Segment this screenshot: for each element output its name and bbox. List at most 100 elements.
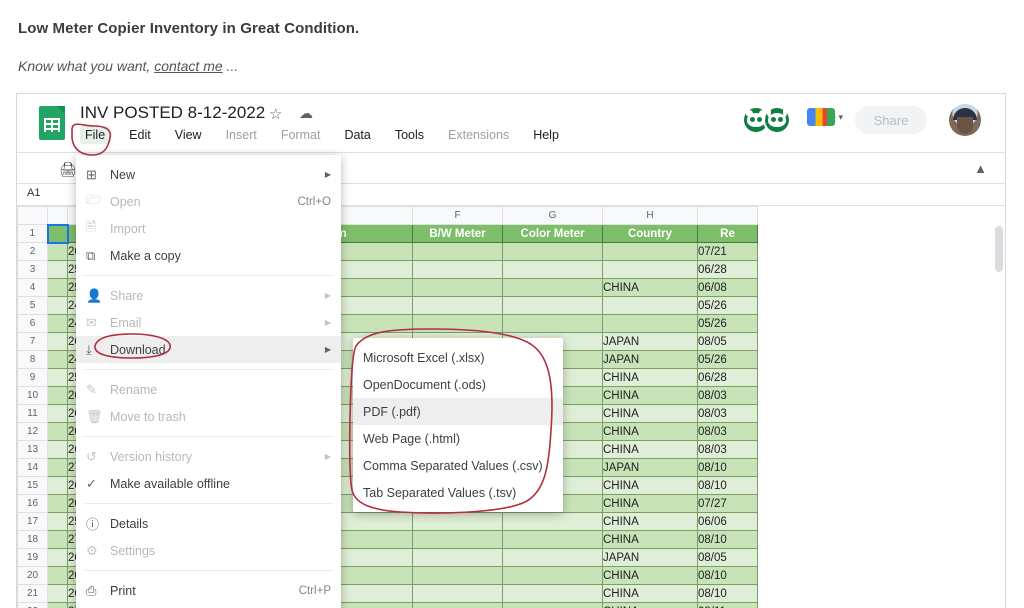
col-letter-h[interactable]: H (603, 207, 698, 225)
row-number[interactable]: 5 (18, 297, 48, 315)
cell-bw-meter[interactable] (413, 261, 503, 279)
cell-received[interactable]: 08/10 (698, 531, 758, 549)
header-cell-color-meter[interactable]: Color Meter (503, 225, 603, 243)
printer-icon[interactable]: 🖨 (59, 161, 77, 178)
cell-col-b[interactable] (48, 459, 68, 477)
user-avatar[interactable] (949, 104, 981, 136)
download-option-tab-separated-values-tsv-[interactable]: Tab Separated Values (.tsv) (353, 479, 563, 506)
cell-received[interactable]: 07/27 (698, 495, 758, 513)
download-option-comma-separated-values-csv-[interactable]: Comma Separated Values (.csv) (353, 452, 563, 479)
cell-country[interactable]: CHINA (603, 387, 698, 405)
cell-country[interactable]: CHINA (603, 279, 698, 297)
cell-received[interactable]: 08/10 (698, 567, 758, 585)
cell-col-b[interactable] (48, 441, 68, 459)
cell-bw-meter[interactable] (413, 279, 503, 297)
cell-country[interactable]: CHINA (603, 369, 698, 387)
col-letter-i[interactable] (698, 207, 758, 225)
cell-received[interactable]: 06/08 (698, 279, 758, 297)
cell-received[interactable]: 05/26 (698, 315, 758, 333)
cell-col-b[interactable] (48, 603, 68, 608)
col-letter-g[interactable]: G (503, 207, 603, 225)
cell-bw-meter[interactable] (413, 513, 503, 531)
cell-country[interactable]: CHINA (603, 477, 698, 495)
row-number[interactable]: 14 (18, 459, 48, 477)
file-menu-item-version-history[interactable]: ↺Version history▶ (76, 443, 341, 470)
name-box[interactable]: A1 (27, 187, 40, 199)
col-letter-b[interactable] (48, 207, 68, 225)
file-menu-item-details[interactable]: ⓘDetails (76, 510, 341, 537)
download-option-pdf-pdf-[interactable]: PDF (.pdf) (353, 398, 563, 425)
cell-col-b[interactable] (48, 315, 68, 333)
cell-country[interactable] (603, 261, 698, 279)
cell-col-b[interactable] (48, 477, 68, 495)
menu-edit[interactable]: Edit (124, 126, 156, 144)
row-number[interactable]: 16 (18, 495, 48, 513)
row-number[interactable]: 3 (18, 261, 48, 279)
file-menu-item-move-to-trash[interactable]: 🗑Move to trash (76, 403, 341, 430)
download-option-opendocument-ods-[interactable]: OpenDocument (.ods) (353, 371, 563, 398)
row-number[interactable]: 4 (18, 279, 48, 297)
cell-received[interactable]: 07/21 (698, 243, 758, 261)
cell-country[interactable]: CHINA (603, 495, 698, 513)
cell-color-meter[interactable] (503, 261, 603, 279)
row-number[interactable]: 21 (18, 585, 48, 603)
cell-received[interactable]: 08/05 (698, 549, 758, 567)
cell-col-b[interactable] (48, 513, 68, 531)
cell-country[interactable]: CHINA (603, 585, 698, 603)
header-cell-blank-b[interactable] (48, 225, 68, 243)
cell-received[interactable]: 05/26 (698, 351, 758, 369)
anonymous-rabbit-avatar[interactable] (763, 106, 791, 134)
cell-color-meter[interactable] (503, 297, 603, 315)
file-menu-item-download[interactable]: ⤓Download▶ (76, 336, 341, 363)
cell-country[interactable]: CHINA (603, 603, 698, 608)
cell-bw-meter[interactable] (413, 549, 503, 567)
file-menu-popup[interactable]: ⊞New▶🗁OpenCtrl+O🗎Import⧉Make a copy👤Shar… (76, 155, 341, 608)
cell-bw-meter[interactable] (413, 567, 503, 585)
cell-col-b[interactable] (48, 261, 68, 279)
cell-bw-meter[interactable] (413, 297, 503, 315)
file-menu-item-rename[interactable]: ✎Rename (76, 376, 341, 403)
cell-received[interactable]: 08/05 (698, 333, 758, 351)
cell-received[interactable]: 05/26 (698, 297, 758, 315)
cell-col-b[interactable] (48, 279, 68, 297)
row-number[interactable]: 10 (18, 387, 48, 405)
file-menu-item-settings[interactable]: ⚙Settings (76, 537, 341, 564)
cell-received[interactable]: 08/11 (698, 603, 758, 608)
cell-country[interactable]: JAPAN (603, 549, 698, 567)
cell-col-b[interactable] (48, 387, 68, 405)
cell-received[interactable]: 08/10 (698, 477, 758, 495)
cell-country[interactable] (603, 243, 698, 261)
cell-col-b[interactable] (48, 351, 68, 369)
cell-col-b[interactable] (48, 297, 68, 315)
cell-country[interactable]: CHINA (603, 405, 698, 423)
cell-bw-meter[interactable] (413, 603, 503, 608)
cell-col-b[interactable] (48, 585, 68, 603)
cell-color-meter[interactable] (503, 603, 603, 608)
cell-country[interactable]: JAPAN (603, 351, 698, 369)
cell-color-meter[interactable] (503, 531, 603, 549)
document-title[interactable]: INV POSTED 8-12-2022 (80, 103, 265, 123)
row-number[interactable]: 9 (18, 369, 48, 387)
download-submenu-popup[interactable]: Microsoft Excel (.xlsx)OpenDocument (.od… (353, 338, 563, 512)
menu-file[interactable]: File (80, 126, 110, 144)
cell-bw-meter[interactable] (413, 243, 503, 261)
col-letter-f[interactable]: F (413, 207, 503, 225)
cell-color-meter[interactable] (503, 567, 603, 585)
cell-color-meter[interactable] (503, 513, 603, 531)
cell-received[interactable]: 08/10 (698, 585, 758, 603)
menu-insert[interactable]: Insert (221, 126, 262, 144)
header-cell-country[interactable]: Country (603, 225, 698, 243)
row-number[interactable]: 19 (18, 549, 48, 567)
cell-col-b[interactable] (48, 243, 68, 261)
contact-me-link[interactable]: contact me (154, 58, 222, 74)
row-number[interactable]: 6 (18, 315, 48, 333)
cell-col-b[interactable] (48, 531, 68, 549)
cell-received[interactable]: 08/03 (698, 405, 758, 423)
cell-color-meter[interactable] (503, 585, 603, 603)
row-number[interactable]: 17 (18, 513, 48, 531)
cell-col-b[interactable] (48, 405, 68, 423)
menu-format[interactable]: Format (276, 126, 326, 144)
download-option-web-page-html-[interactable]: Web Page (.html) (353, 425, 563, 452)
cell-received[interactable]: 08/03 (698, 387, 758, 405)
row-number[interactable]: 15 (18, 477, 48, 495)
